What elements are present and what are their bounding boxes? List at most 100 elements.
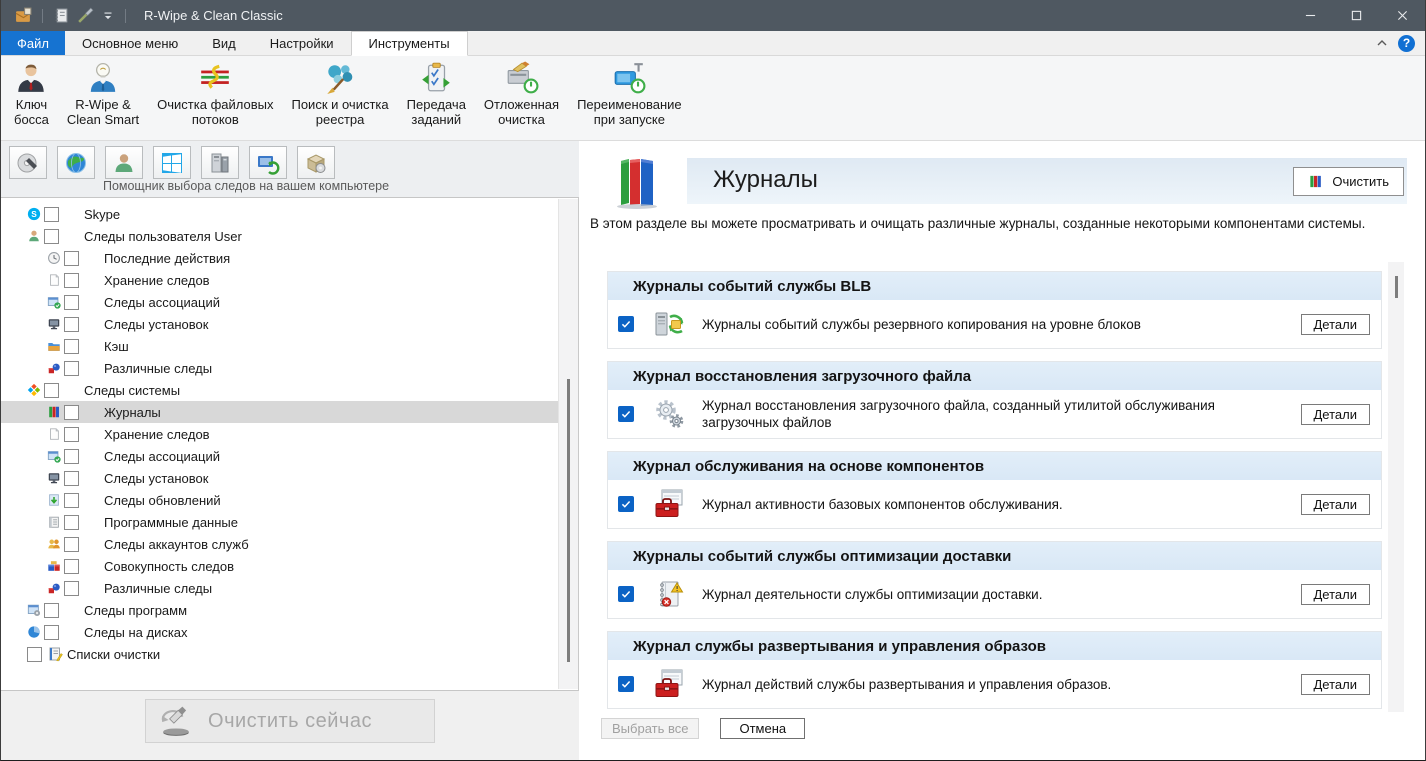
tree-checkbox[interactable] <box>44 229 59 244</box>
tree-item[interactable]: Следы аккаунтов служб <box>1 533 578 555</box>
quick-wipe-icon[interactable] <box>77 7 94 24</box>
chevron-right-icon[interactable] <box>25 624 42 640</box>
tree-item[interactable]: Следы на дисках <box>1 621 578 643</box>
tree-checkbox[interactable] <box>64 405 79 420</box>
tree-item[interactable]: Журналы <box>1 401 578 423</box>
quickbar-dropdown-icon[interactable] <box>101 9 115 23</box>
tree-item[interactable]: Следы ассоциаций <box>1 445 578 467</box>
clean-section-button[interactable]: Очистить <box>1293 167 1404 196</box>
ribbon-button[interactable]: Переименование при запуске <box>568 56 691 140</box>
close-button[interactable] <box>1379 0 1425 31</box>
tree-item[interactable]: Хранение следов <box>1 269 578 291</box>
tree-checkbox[interactable] <box>64 581 79 596</box>
tree-checkbox[interactable] <box>64 493 79 508</box>
chevron-right-icon[interactable] <box>45 360 62 376</box>
tree-scrollbar[interactable] <box>558 199 578 689</box>
content-scrollbar-thumb[interactable] <box>1395 276 1398 298</box>
tab-view[interactable]: Вид <box>195 31 253 55</box>
tree-checkbox[interactable] <box>44 383 59 398</box>
tree-item[interactable]: Следы установок <box>1 313 578 335</box>
section-checkbox[interactable] <box>618 406 634 422</box>
chevron-right-icon[interactable] <box>45 558 62 574</box>
select-all-button[interactable]: Выбрать все <box>601 718 699 739</box>
maximize-button[interactable] <box>1333 0 1379 31</box>
clean-now-button[interactable]: Очистить сейчас <box>145 699 435 743</box>
quick-select-button[interactable] <box>201 146 239 179</box>
chevron-right-icon[interactable] <box>25 206 42 222</box>
chevron-right-icon[interactable] <box>45 492 62 508</box>
ribbon-button[interactable]: R-Wipe & Clean Smart <box>58 56 148 140</box>
ribbon-button[interactable]: Отложенная очистка <box>475 56 568 140</box>
tree-item[interactable]: Хранение следов <box>1 423 578 445</box>
tree-checkbox[interactable] <box>44 603 59 618</box>
tree-checkbox[interactable] <box>44 207 59 222</box>
tree-item[interactable]: Последние действия <box>1 247 578 269</box>
tab-tools[interactable]: Инструменты <box>351 31 468 56</box>
quick-select-button[interactable] <box>297 146 335 179</box>
tree-checkbox[interactable] <box>64 515 79 530</box>
tree-checkbox[interactable] <box>64 559 79 574</box>
chevron-down-icon[interactable] <box>25 228 42 244</box>
tree-checkbox[interactable] <box>27 647 42 662</box>
tree-item[interactable]: Совокупность следов <box>1 555 578 577</box>
details-button[interactable]: Детали <box>1301 404 1371 425</box>
section-checkbox[interactable] <box>618 316 634 332</box>
tree-checkbox[interactable] <box>44 625 59 640</box>
tree-item[interactable]: Следы программ <box>1 599 578 621</box>
chevron-right-icon[interactable] <box>45 514 62 530</box>
tree-scrollbar-thumb[interactable] <box>567 379 570 662</box>
tree-checkbox[interactable] <box>64 295 79 310</box>
chevron-right-icon[interactable] <box>45 536 62 552</box>
tree-item[interactable]: Следы системы <box>1 379 578 401</box>
chevron-right-icon[interactable] <box>45 272 62 288</box>
collapse-ribbon-button[interactable] <box>1376 37 1388 49</box>
tree-checkbox[interactable] <box>64 427 79 442</box>
quick-select-button[interactable] <box>9 146 47 179</box>
tree-item[interactable]: Следы обновлений <box>1 489 578 511</box>
ribbon-button[interactable]: Поиск и очистка реестра <box>282 56 397 140</box>
ribbon-button[interactable]: Передача заданий <box>398 56 475 140</box>
tree-item[interactable]: Различные следы <box>1 577 578 599</box>
quick-select-button[interactable] <box>249 146 287 179</box>
ribbon-button[interactable]: Ключ босса <box>5 56 58 140</box>
section-checkbox[interactable] <box>618 496 634 512</box>
tree-checkbox[interactable] <box>64 273 79 288</box>
tree-item[interactable]: Программные данные <box>1 511 578 533</box>
help-button[interactable]: ? <box>1398 35 1415 52</box>
tree-checkbox[interactable] <box>64 339 79 354</box>
chevron-right-icon[interactable] <box>45 316 62 332</box>
chevron-right-icon[interactable] <box>45 470 62 486</box>
section-checkbox[interactable] <box>618 676 634 692</box>
chevron-right-icon[interactable] <box>45 250 62 266</box>
tree-item[interactable]: Списки очистки <box>1 643 578 665</box>
tree-item[interactable]: Следы ассоциаций <box>1 291 578 313</box>
tree-item[interactable]: Skype <box>1 203 578 225</box>
tree-checkbox[interactable] <box>64 361 79 376</box>
tab-file[interactable]: Файл <box>1 31 65 55</box>
quick-select-button[interactable] <box>105 146 143 179</box>
quick-select-button[interactable] <box>153 146 191 179</box>
tab-settings[interactable]: Настройки <box>253 31 351 55</box>
ribbon-button[interactable]: Очистка файловых потоков <box>148 56 282 140</box>
tree-item[interactable]: Следы установок <box>1 467 578 489</box>
chevron-right-icon[interactable] <box>45 426 62 442</box>
chevron-right-icon[interactable] <box>45 338 62 354</box>
details-button[interactable]: Детали <box>1301 314 1371 335</box>
chevron-right-icon[interactable] <box>45 404 62 420</box>
details-button[interactable]: Детали <box>1301 494 1371 515</box>
minimize-button[interactable] <box>1287 0 1333 31</box>
tab-main-menu[interactable]: Основное меню <box>65 31 195 55</box>
cancel-button[interactable]: Отмена <box>720 718 805 739</box>
chevron-right-icon[interactable] <box>45 448 62 464</box>
chevron-down-icon[interactable] <box>25 382 42 398</box>
content-scrollbar[interactable] <box>1388 262 1404 712</box>
details-button[interactable]: Детали <box>1301 674 1371 695</box>
chevron-right-icon[interactable] <box>45 580 62 596</box>
tree-item[interactable]: Различные следы <box>1 357 578 379</box>
tree-item[interactable]: Следы пользователя User <box>1 225 578 247</box>
section-checkbox[interactable] <box>618 586 634 602</box>
quick-select-button[interactable] <box>57 146 95 179</box>
quick-journal-icon[interactable] <box>53 7 70 24</box>
tree-item[interactable]: Кэш <box>1 335 578 357</box>
tree-checkbox[interactable] <box>64 317 79 332</box>
